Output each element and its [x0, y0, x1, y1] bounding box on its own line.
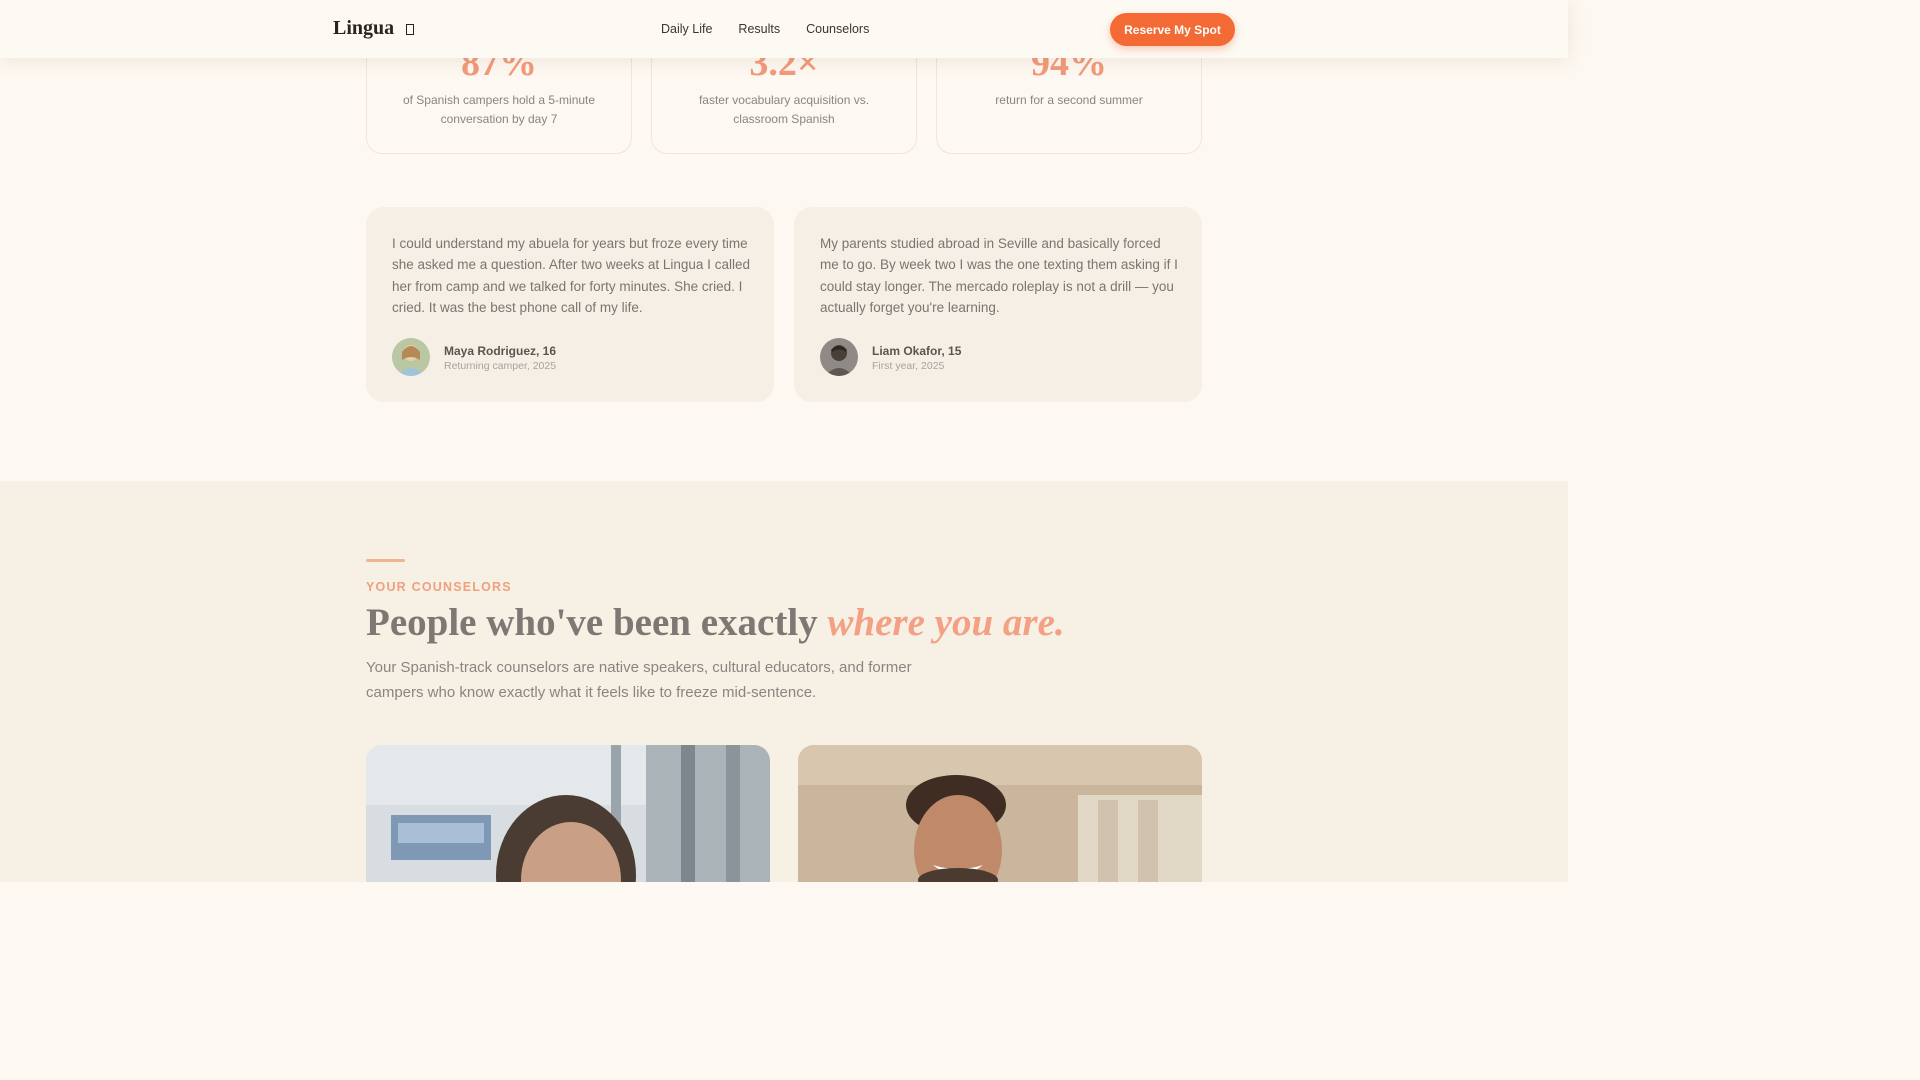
testimonial-name: Maya Rodriguez, 16: [444, 344, 557, 358]
main-nav: Daily Life Results Counselors: [661, 22, 869, 36]
site-header: Lingua Daily Life Results Counselors Res…: [0, 0, 1568, 58]
heading-emphasis: where you are.: [827, 601, 1065, 644]
logo-text: Lingua: [333, 17, 395, 39]
testimonial-role: First year, 2025: [872, 360, 945, 372]
nav-results[interactable]: Results: [738, 22, 780, 36]
nav-daily-life[interactable]: Daily Life: [661, 22, 712, 36]
counselor-photo: [798, 745, 1202, 882]
section-lead: Your Spanish-track counselors are native…: [366, 659, 912, 701]
accent-divider: [366, 559, 405, 562]
testimonial-card: I could understand my abuela for years b…: [366, 207, 774, 402]
testimonial-role: Returning camper, 2025: [444, 360, 557, 372]
logo[interactable]: Lingua: [333, 17, 415, 40]
section-heading: People who've been exactly where you are…: [366, 600, 1065, 645]
counselor-photo: [366, 745, 770, 882]
logo-mark-icon: [406, 24, 415, 35]
reserve-spot-button[interactable]: Reserve My Spot: [1110, 13, 1235, 46]
avatar: [820, 338, 858, 376]
stat-label: return for a second summer: [995, 93, 1143, 107]
heading-plain: People who've been exactly: [366, 601, 828, 644]
testimonial-quote: I could understand my abuela for years b…: [392, 236, 750, 315]
testimonial-quote: My parents studied abroad in Seville and…: [820, 236, 1178, 315]
section-eyebrow: YOUR COUNSELORS: [366, 580, 512, 594]
nav-counselors[interactable]: Counselors: [806, 22, 869, 36]
stat-label: of Spanish campers hold a 5-minute conve…: [402, 93, 596, 126]
testimonial-name: Liam Okafor, 15: [872, 344, 962, 358]
avatar: [392, 338, 430, 376]
stat-label: faster vocabulary acquisition vs. classr…: [698, 93, 870, 126]
testimonial-card: My parents studied abroad in Seville and…: [794, 207, 1202, 402]
